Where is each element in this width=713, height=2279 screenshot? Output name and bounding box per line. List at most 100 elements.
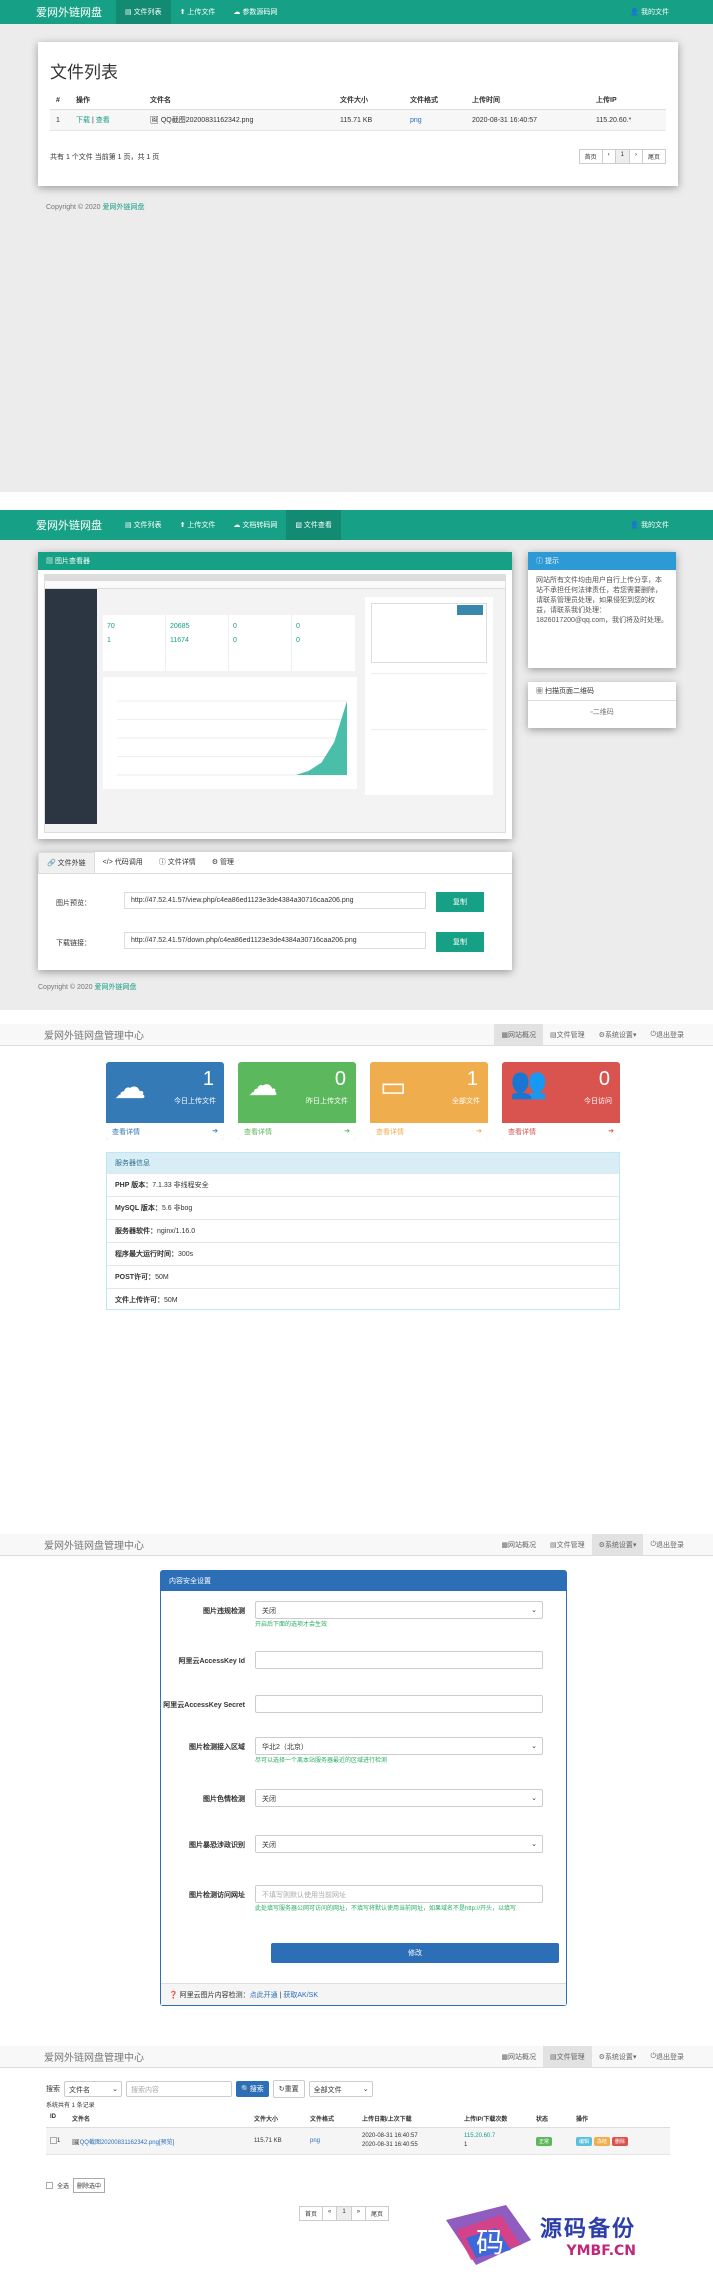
nav-file-list-2[interactable]: ▤ 文件列表 <box>116 510 171 540</box>
nav-logout-5[interactable]: ⏻ 退出登录 <box>643 2046 691 2067</box>
page-next-5[interactable]: » <box>350 2206 367 2221</box>
download-link[interactable]: 下载 <box>76 117 90 124</box>
edit-button[interactable]: 编辑 <box>576 2136 593 2146</box>
nav-convert-2[interactable]: ☁ 文档转码网 <box>224 510 286 540</box>
nav-file-list[interactable]: ▤ 文件列表 <box>116 0 171 24</box>
get-aksk-link[interactable]: 获取AK/SK <box>283 1992 318 1999</box>
nav-upload[interactable]: ⬆ 上传文件 <box>171 0 225 24</box>
stat-card-link[interactable]: 查看详情 ➔ <box>238 1123 356 1140</box>
nav-settings-4[interactable]: ⚙ 系统设置 ▾ <box>591 1534 644 1555</box>
admin-pagination: 首页 « 1 » 尾页 <box>299 2206 390 2221</box>
file-table: # 操作 文件名 文件大小 文件格式 上传时间 上传IP 1 下载 | 查看 🖼… <box>50 91 666 131</box>
mini-address-bar <box>45 581 505 589</box>
my-files-link-2[interactable]: 👤 我的文件 <box>630 520 713 530</box>
nav-file-view-2[interactable]: ▧ 文件查看 <box>286 510 341 540</box>
img-link-input[interactable]: http://47.52.41.57/view.php/c4ea86ed1123… <box>124 892 426 909</box>
nav-overview-4[interactable]: ▦ 网站概况 <box>494 1534 543 1555</box>
image-file-icon: 🖼 <box>150 117 159 124</box>
link-panel: 🔗 文件外链 </> 代码调用 ⓘ 文件详情 ⚙ 管理 图片预览： http:/… <box>38 852 512 970</box>
form-row-region: 图片检测接入区域 华北2（北京） ⌄ 尽可以选择一个离本站服务器最近的区域进行检测 <box>161 1737 566 1766</box>
page-next[interactable]: › <box>628 149 643 164</box>
nav-overview-5[interactable]: ▦ 网站概况 <box>494 2046 543 2067</box>
tab-file-link[interactable]: 🔗 文件外链 <box>38 852 95 873</box>
table-row: 1 🖼QQ截图20200831162342.png[预览] 115.71 KB … <box>46 2128 670 2155</box>
admin-brand-4[interactable]: 爱网外链网盘管理中心 <box>0 1537 144 1552</box>
info-server: 服务器软件：nginx/1.16.0 <box>107 1219 619 1242</box>
link-tabs: 🔗 文件外链 </> 代码调用 ⓘ 文件详情 ⚙ 管理 <box>38 852 512 874</box>
tab-manage[interactable]: ⚙ 管理 <box>204 852 242 873</box>
arrow-right-icon: ➔ <box>476 1128 482 1135</box>
file-name: QQ截图20200831162342.png <box>160 117 254 124</box>
page-last[interactable]: 尾页 <box>641 149 666 164</box>
page-prev-5[interactable]: « <box>322 2206 338 2221</box>
nav-files-5[interactable]: ▤ 文件管理 <box>543 2046 592 2067</box>
detect-select[interactable]: 关闭 ⌄ <box>255 1601 543 1619</box>
stat-card-yesterday-upload: ☁ 0 昨日上传文件 查看详情 ➔ <box>238 1062 356 1140</box>
filter-select[interactable]: 全部文件 ⌄ <box>308 2081 373 2097</box>
dl-link-input[interactable]: http://47.52.41.57/down.php/c4ea86ed1123… <box>124 932 426 949</box>
detect-url-input[interactable]: 不填写则默认使用当前网址 <box>255 1885 543 1903</box>
tab-code-call[interactable]: </> 代码调用 <box>95 852 151 873</box>
delete-button[interactable]: 删除 <box>612 2136 629 2146</box>
nav-source-site[interactable]: ☁ 参数源码网 <box>224 0 286 24</box>
region-select[interactable]: 华北2（北京） ⌄ <box>255 1737 543 1755</box>
my-files-link[interactable]: 👤 我的文件 <box>630 7 713 17</box>
pagination: 首页 ‹ 1 › 尾页 <box>578 149 666 164</box>
nav-upload-2[interactable]: ⬆ 上传文件 <box>171 510 225 540</box>
admin-file-table: ID 文件名 文件大小 文件格式 上传日期/上次下载 上传IP/下载次数 状态 … <box>46 2110 670 2155</box>
col-type: 文件格式 <box>404 91 466 110</box>
page-1[interactable]: 1 <box>614 149 630 164</box>
page-first-5[interactable]: 首页 <box>299 2206 324 2221</box>
batch-delete-button[interactable]: 删除选中 <box>73 2178 106 2193</box>
admin-file-name[interactable]: QQ截图20200831162342.png <box>80 2140 159 2146</box>
stat-card-link[interactable]: 查看详情 ➔ <box>370 1123 488 1140</box>
preview-link[interactable]: [预览] <box>159 2140 174 2146</box>
brand-logo-2[interactable]: 爱网外链网盘 <box>0 517 116 533</box>
page-prev[interactable]: ‹ <box>601 149 616 164</box>
copyright-link[interactable]: 爱网外链网盘 <box>103 204 145 211</box>
inbox-icon: ▭ <box>380 1071 407 1102</box>
terror-select[interactable]: 关闭 ⌄ <box>255 1835 543 1853</box>
copy-dl-link-button[interactable]: 复制 <box>436 932 484 952</box>
page-last-5[interactable]: 尾页 <box>365 2206 390 2221</box>
preview-image[interactable]: 70 1 20685 11674 00 00 <box>44 574 506 833</box>
nav-files-4[interactable]: ▤ 文件管理 <box>543 1534 592 1555</box>
porn-select[interactable]: 关闭 ⌄ <box>255 1789 543 1807</box>
page-first[interactable]: 首页 <box>578 149 603 164</box>
search-type-select[interactable]: 文件名 ⌄ <box>64 2081 122 2097</box>
accesskey-secret-input[interactable] <box>255 1695 543 1713</box>
copyright-link-2[interactable]: 爱网外链网盘 <box>95 984 137 991</box>
accesskey-id-input[interactable] <box>255 1651 543 1669</box>
nav-settings-5[interactable]: ⚙ 系统设置 ▾ <box>592 2046 644 2067</box>
reset-button[interactable]: ↻重置 <box>272 2080 305 2098</box>
form-row-key-id: 阿里云AccessKey Id <box>161 1651 566 1669</box>
mini-area-chart <box>117 700 347 776</box>
freeze-button[interactable]: 冻结 <box>594 2136 611 2146</box>
info-icon: ⓘ <box>536 558 543 565</box>
search-button[interactable]: 🔍搜索 <box>236 2081 269 2097</box>
page-1-5[interactable]: 1 <box>336 2206 352 2221</box>
search-input[interactable]: 搜索内容 <box>126 2081 232 2097</box>
page-title: 文件列表 <box>50 63 118 82</box>
open-service-link[interactable]: 点此开通 <box>250 1992 278 1999</box>
nav-logout-4[interactable]: ⏻ 退出登录 <box>643 1534 691 1555</box>
nav-overview-3[interactable]: ▦ 网站概况 <box>494 1024 544 1045</box>
brand-logo[interactable]: 爱网外链网盘 <box>0 4 116 20</box>
view-link[interactable]: 查看 <box>96 117 110 124</box>
nav-logout-3[interactable]: ⏻ 退出登录 <box>643 1024 691 1045</box>
info-mysql: MySQL 版本：5.6 非bog <box>107 1196 619 1219</box>
stat-card-link[interactable]: 查看详情 ➔ <box>106 1123 224 1140</box>
admin-brand-5[interactable]: 爱网外链网盘管理中心 <box>0 2049 144 2064</box>
tab-file-detail[interactable]: ⓘ 文件详情 <box>151 852 204 873</box>
admin-brand-3[interactable]: 爱网外链网盘管理中心 <box>0 1027 144 1042</box>
row-checkbox[interactable] <box>50 2137 57 2145</box>
record-count: 系统共有 1 条记录 <box>46 2103 95 2109</box>
copy-img-link-button[interactable]: 复制 <box>436 892 484 912</box>
nav-files-3[interactable]: ▤ 文件管理 <box>543 1024 592 1045</box>
stat-card-link[interactable]: 查看详情 ➔ <box>502 1123 620 1140</box>
security-settings-panel: 内容安全设置 图片违规检测 关闭 ⌄ 开启后下面的选项才会生效 阿里云Access… <box>160 1570 567 2006</box>
nav-settings-3[interactable]: ⚙ 系统设置 ▾ <box>592 1024 644 1045</box>
submit-button[interactable]: 修改 <box>271 1943 559 1963</box>
select-all-checkbox[interactable] <box>46 2182 53 2189</box>
users-icon: 👥 <box>510 1067 548 1100</box>
